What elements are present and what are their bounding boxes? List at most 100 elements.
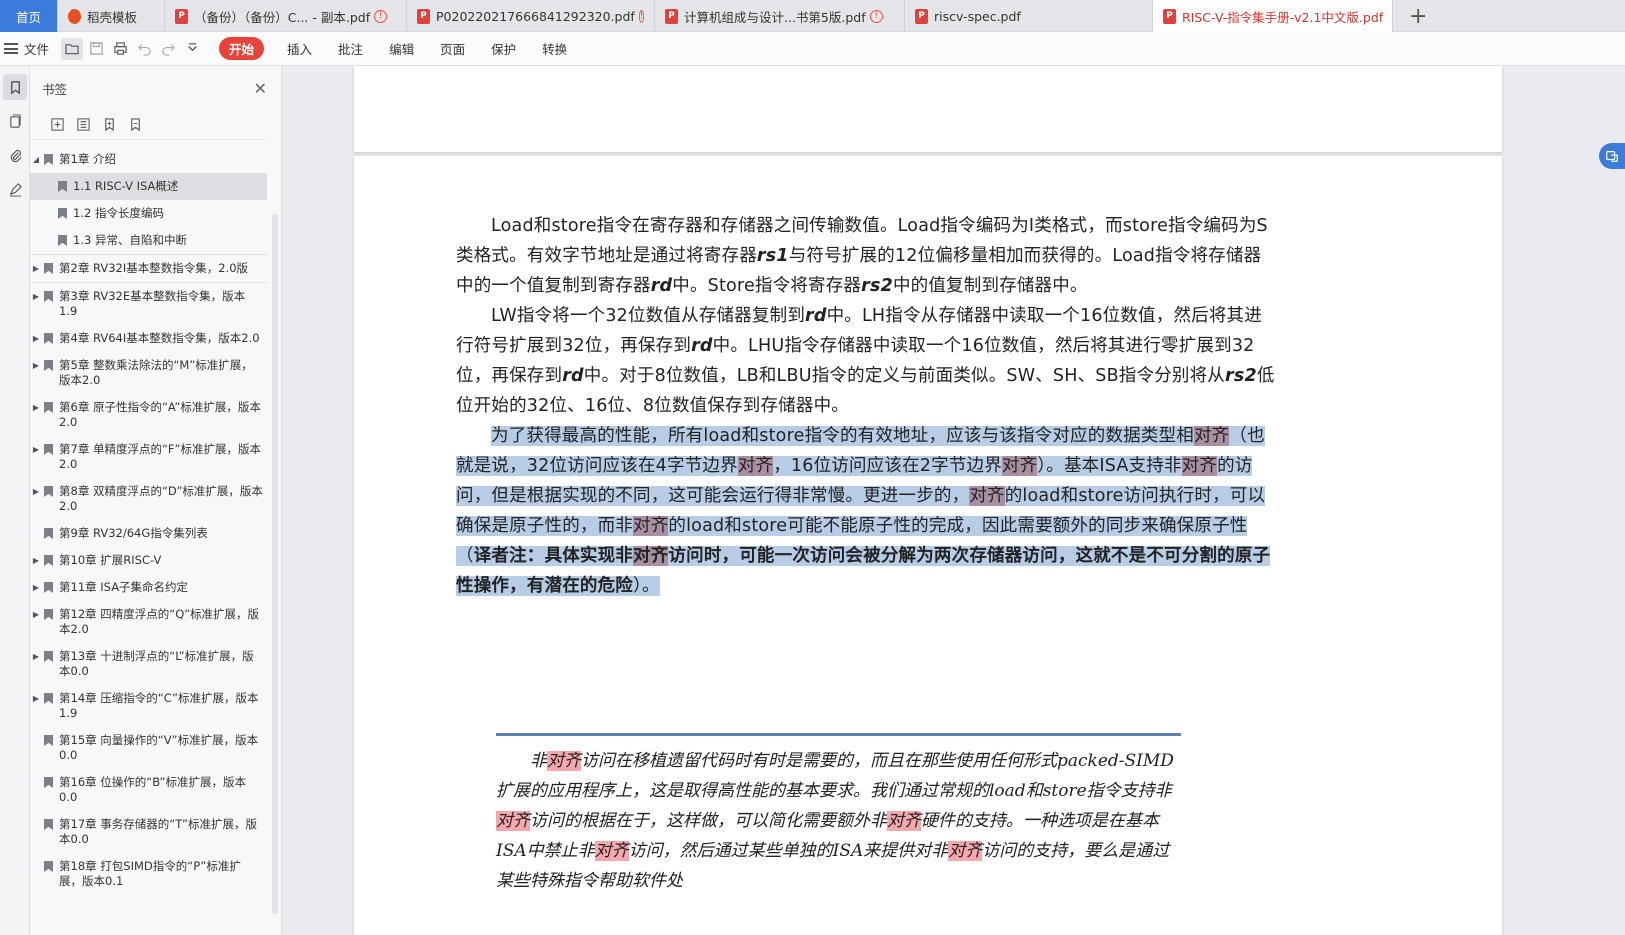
collapsed-triangle-icon[interactable]: ▶ xyxy=(30,484,42,499)
expanded-triangle-icon[interactable]: ◢ xyxy=(30,152,42,167)
bookmark-item[interactable]: ▶ 第6章 原子性指令的“A”标准扩展，版本2.0 xyxy=(30,394,267,436)
document-viewer[interactable]: Load和store指令在寄存器和存储器之间传输数值。Load指令编码为I类格式… xyxy=(282,66,1625,935)
bookmark-icon xyxy=(44,582,53,593)
collapsed-triangle-icon[interactable]: ▶ xyxy=(30,553,42,568)
pdf-file-icon: P xyxy=(1163,8,1176,24)
collapse-all-icon[interactable] xyxy=(70,114,96,136)
bookmark-item[interactable]: 第16章 位操作的“B”标准扩展，版本0.0 xyxy=(30,769,267,811)
bookmark-label: 第4章 RV64I基本整数指令集，版本2.0 xyxy=(59,331,260,345)
redo-icon[interactable] xyxy=(157,38,179,60)
collapsed-triangle-icon[interactable]: ▶ xyxy=(30,261,42,276)
undo-icon[interactable] xyxy=(133,38,155,60)
tab-home[interactable]: 首页 xyxy=(0,0,58,32)
side-tool-button[interactable] xyxy=(1599,143,1625,169)
bookmark-item[interactable]: 第15章 向量操作的“V”标准扩展，版本0.0 xyxy=(30,727,267,769)
bookmark-panel-button[interactable] xyxy=(3,74,27,100)
collapsed-triangle-icon[interactable]: ▶ xyxy=(30,691,42,706)
panel-title: 书签 xyxy=(42,81,68,97)
save-icon[interactable] xyxy=(85,38,107,60)
more-dropdown-icon[interactable] xyxy=(181,38,203,60)
print-icon[interactable] xyxy=(109,38,131,60)
bookmark-label: 第8章 双精度浮点的“D”标准扩展，版本2.0 xyxy=(59,484,263,513)
bookmark-label: 第11章 ISA子集命名约定 xyxy=(59,580,189,594)
bookmark-item[interactable]: ▶ 第13章 十进制浮点的“L”标准扩展，版本0.0 xyxy=(30,643,267,685)
bookmark-item[interactable]: 第17章 事务存储器的“T”标准扩展，版本0.0 xyxy=(30,811,267,853)
collapsed-triangle-icon[interactable]: ▶ xyxy=(30,331,42,346)
tab-document[interactable]: P 计算机组成与设计...书第5版.pdf! xyxy=(655,0,905,32)
bookmark-icon xyxy=(44,402,53,413)
tab-annotate[interactable]: 批注 xyxy=(338,39,363,58)
bookmark-subitem[interactable]: 1.3 异常、自陷和中断 xyxy=(30,227,267,254)
bookmark-label: 第3章 RV32E基本整数指令集，版本1.9 xyxy=(59,289,246,318)
bookmark-item[interactable]: ▶ 第12章 四精度浮点的“Q”标准扩展，版本2.0 xyxy=(30,601,267,643)
bookmark-item[interactable]: ▶ 第11章 ISA子集命名约定 xyxy=(30,574,267,601)
bookmark-icon xyxy=(44,486,53,497)
tab-document[interactable]: P P020220217666841292320.pdf! xyxy=(407,0,655,32)
collapsed-triangle-icon[interactable]: ▶ xyxy=(30,607,42,622)
bookmark-item[interactable]: ▶ 第14章 压缩指令的“C”标准扩展，版本1.9 xyxy=(30,685,267,727)
paragraph: LW指令将一个32位数值从存储器复制到rd中。LH指令从存储器中读取一个16位数… xyxy=(456,306,1275,416)
bookmark-item[interactable]: 第18章 打包SIMD指令的“P”标准扩展，版本0.1 xyxy=(30,853,267,895)
collapsed-triangle-icon[interactable]: ▶ xyxy=(30,580,42,595)
bookmark-subitem[interactable]: 1.1 RISC-V ISA概述 xyxy=(30,173,267,200)
bookmark-item[interactable]: ◢ 第1章 介绍 xyxy=(30,146,267,173)
collapsed-triangle-icon[interactable]: ▶ xyxy=(30,358,42,373)
collapsed-triangle-icon[interactable]: ▶ xyxy=(30,400,42,415)
tab-document[interactable]: Priscv-spec.pdf xyxy=(905,0,1153,32)
pdf-file-icon: P xyxy=(915,8,928,24)
tab-start[interactable]: 开始 xyxy=(219,37,265,60)
panel-scrollbar[interactable] xyxy=(272,214,278,914)
tab-edit[interactable]: 编辑 xyxy=(389,39,414,58)
attachments-button[interactable] xyxy=(3,142,27,168)
bookmark-item[interactable]: ▶ 第7章 单精度浮点的“F”标准扩展，版本2.0 xyxy=(30,436,267,478)
bookmark-icon xyxy=(44,360,53,371)
tab-convert[interactable]: 转换 xyxy=(542,39,567,58)
add-bookmark-icon[interactable] xyxy=(96,114,122,136)
open-folder-icon[interactable] xyxy=(61,37,84,60)
bookmark-item[interactable]: ▶ 第4章 RV64I基本整数指令集，版本2.0 xyxy=(30,325,267,352)
bookmark-subitem[interactable]: 1.2 指令长度编码 xyxy=(30,200,267,227)
bookmark-label: 第15章 向量操作的“V”标准扩展，版本0.0 xyxy=(59,733,259,762)
pdf-file-icon: P xyxy=(665,8,678,24)
tab-protect[interactable]: 保护 xyxy=(491,39,516,58)
menu-icon xyxy=(4,43,18,54)
tab-document-active[interactable]: PRISC-V-指令集手册-v2.1中文版.pdf✕ xyxy=(1153,0,1393,32)
delete-bookmark-icon[interactable] xyxy=(122,114,148,136)
panel-header: 书签 ✕ xyxy=(30,66,281,110)
collapsed-triangle-icon[interactable]: ▶ xyxy=(30,442,42,457)
signature-button[interactable] xyxy=(3,176,27,202)
bookmark-icon xyxy=(58,235,67,246)
bookmark-item[interactable]: ▶ 第5章 整数乘法除法的“M”标准扩展，版本2.0 xyxy=(30,352,267,394)
paperclip-icon xyxy=(10,149,22,162)
file-menu-button[interactable]: 文件 xyxy=(0,39,49,58)
tab-document[interactable]: P （备份）（备份）C... - 副本.pdf! xyxy=(165,0,407,32)
bookmark-item[interactable]: ▶ 第8章 双精度浮点的“D”标准扩展，版本2.0 xyxy=(30,478,267,520)
tab-insert[interactable]: 插入 xyxy=(287,39,312,58)
tab-docer-templates[interactable]: 稻壳模板 xyxy=(58,0,165,32)
commentary-rule xyxy=(496,733,1181,736)
new-tab-button[interactable]: + xyxy=(1393,0,1443,32)
collapsed-triangle-icon[interactable]: ▶ xyxy=(30,289,42,304)
tab-label: 计算机组成与设计...书第5版.pdf xyxy=(684,9,866,25)
bookmark-icon xyxy=(58,208,67,219)
bookmark-item[interactable]: 第9章 RV32/64G指令集列表 xyxy=(30,520,267,547)
collapsed-triangle-icon[interactable]: ▶ xyxy=(30,649,42,664)
bookmark-icon xyxy=(44,154,53,165)
tab-label: 稻壳模板 xyxy=(87,9,138,25)
tab-page[interactable]: 页面 xyxy=(440,39,465,58)
tab-label: （备份）（备份）C... - 副本.pdf xyxy=(194,9,371,25)
close-icon[interactable]: ✕ xyxy=(254,79,267,98)
bookmark-item[interactable]: ▶ 第3章 RV32E基本整数指令集，版本1.9 xyxy=(30,283,267,325)
bookmark-label: 第2章 RV32I基本整数指令集，2.0版 xyxy=(59,261,249,275)
bookmark-icon xyxy=(44,609,53,620)
bookmark-label: 第17章 事务存储器的“T”标准扩展，版本0.0 xyxy=(59,817,257,846)
pdf-page xyxy=(354,66,1502,152)
warning-icon: ! xyxy=(638,9,645,23)
bookmark-tools xyxy=(30,110,267,140)
bookmark-item[interactable]: ▶ 第10章 扩展RISC-V xyxy=(30,547,267,574)
bookmark-label: 第1章 介绍 xyxy=(59,152,116,166)
thumbnails-button[interactable] xyxy=(3,108,27,134)
expand-all-icon[interactable] xyxy=(44,114,70,136)
bookmark-icon xyxy=(44,444,53,455)
bookmark-item[interactable]: ▶ 第2章 RV32I基本整数指令集，2.0版 xyxy=(30,254,267,283)
